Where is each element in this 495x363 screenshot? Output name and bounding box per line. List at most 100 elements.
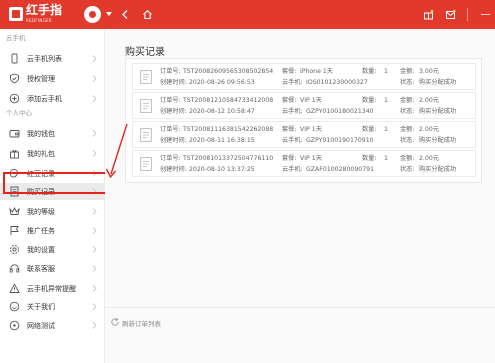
amount: 2.00元: [419, 126, 439, 133]
package-label: 套餐:: [282, 155, 297, 162]
footer-divider: [105, 307, 495, 308]
gear-icon: [10, 245, 19, 254]
order-no: TST20081210584733412008: [183, 97, 274, 104]
annotation-highlight-box: [3, 172, 113, 194]
chevron-right-icon: [92, 322, 97, 329]
status-label: 状态:: [400, 79, 415, 86]
order-no-label: 订单号:: [160, 126, 181, 133]
package-name: VIP 1天: [300, 155, 322, 162]
document-icon: [140, 157, 152, 171]
minimize-icon[interactable]: [481, 14, 490, 15]
refresh-orders-label: 刷新订单列表: [122, 320, 161, 328]
sidebar-item-4[interactable]: 我的钱包: [0, 125, 104, 142]
chevron-right-icon: [92, 130, 97, 137]
quantity: 1: [384, 126, 388, 133]
message-icon[interactable]: [445, 9, 456, 20]
chevron-right-icon: [92, 95, 97, 102]
quantity-label: 数量:: [362, 126, 377, 133]
amount: 2.00元: [419, 97, 439, 104]
sidebar-item-label: 我的礼包: [27, 150, 55, 158]
status-label: 状态:: [400, 137, 415, 144]
order-no-label: 订单号:: [160, 155, 181, 162]
avatar[interactable]: [84, 6, 101, 23]
refresh-icon: [111, 318, 119, 326]
phone-icon: [11, 53, 18, 64]
created-label: 创建时间:: [160, 108, 187, 115]
sidebar-item-12[interactable]: 云手机异常提醒: [0, 280, 104, 297]
plus-circle-icon: [9, 93, 20, 104]
status-text: 购买分配成功: [419, 79, 457, 86]
warning-icon: [9, 283, 20, 293]
chevron-right-icon: [92, 150, 97, 157]
home-icon[interactable]: [142, 9, 153, 20]
order-no: TST20081013372504776110: [183, 155, 274, 162]
section-personal-label: 个人中心: [6, 109, 32, 117]
sidebar-item-5[interactable]: 我的礼包: [0, 145, 104, 162]
sidebar-item-label: 推广任务: [27, 227, 55, 235]
sidebar-item-label: 添加云手机: [27, 95, 62, 103]
amount: 2.00元: [419, 155, 439, 162]
shield-icon: [10, 73, 19, 84]
flag-icon: [10, 226, 19, 235]
chevron-down-icon[interactable]: [106, 12, 112, 16]
page-title: 购买记录: [125, 47, 165, 58]
gift-box-icon[interactable]: [423, 9, 434, 20]
purchase-record[interactable]: 订单号: TST20082609565308502854 创建时间: 2020-08-…: [132, 63, 476, 90]
title-bar: 红手指 REDFINGER: [0, 0, 495, 29]
smile-icon: [9, 301, 20, 312]
created-label: 创建时间:: [160, 166, 187, 173]
sidebar-item-label: 云手机列表: [27, 55, 62, 63]
quantity-label: 数量:: [362, 155, 377, 162]
sidebar-item-label: 我的钱包: [27, 130, 55, 138]
sidebar-item-9[interactable]: 推广任务: [0, 222, 104, 239]
chevron-right-icon: [92, 208, 97, 215]
created-time: 2020-08-10 13:37:25: [189, 166, 255, 173]
chevron-right-icon: [92, 227, 97, 234]
cloud-phone-label: 云手机:: [282, 108, 303, 115]
sidebar-item-11[interactable]: 联系客服: [0, 260, 104, 277]
sidebar-item-8[interactable]: 我的等级: [0, 203, 104, 220]
document-icon: [140, 128, 152, 142]
created-time: 2020-08-26 09:56:53: [189, 79, 255, 86]
amount: 3.00元: [419, 68, 439, 75]
package-name: iPhone 1天: [300, 68, 333, 75]
package-label: 套餐:: [282, 126, 297, 133]
purchase-record[interactable]: 订单号: TST20081210584733412008 创建时间: 2020-08-…: [132, 92, 476, 119]
cloud-phone-id: IOS0101230000327: [306, 79, 368, 86]
chevron-right-icon: [92, 285, 97, 292]
chevron-right-icon: [92, 75, 97, 82]
package-name: VIP 1天: [300, 97, 322, 104]
document-icon: [140, 99, 152, 113]
wallet-icon: [9, 130, 20, 138]
back-icon[interactable]: [120, 9, 131, 20]
amount-label: 金额:: [400, 126, 415, 133]
network-icon: [9, 320, 20, 331]
amount-label: 金额:: [400, 155, 415, 162]
status-text: 购买分配成功: [419, 166, 457, 173]
order-no: TST20081116381542262088: [183, 126, 274, 133]
sidebar-item-10[interactable]: 我的设置: [0, 241, 104, 258]
sidebar-item-2[interactable]: 授权管理: [0, 70, 104, 87]
cloud-phone-label: 云手机:: [282, 137, 303, 144]
cloud-phone-label: 云手机:: [282, 166, 303, 173]
sidebar-item-1[interactable]: 云手机列表: [0, 50, 104, 67]
chevron-right-icon: [92, 55, 97, 62]
order-no: TST20082609565308502854: [183, 68, 274, 75]
sidebar-item-label: 我的设置: [27, 246, 55, 254]
quantity: 1: [384, 155, 388, 162]
chevron-right-icon: [92, 246, 97, 253]
created-time: 2020-08-12 10:58:47: [189, 108, 255, 115]
amount-label: 金额:: [400, 97, 415, 104]
order-no-label: 订单号:: [160, 97, 181, 104]
section-cloud-label: 云手机: [6, 34, 26, 42]
sidebar-item-label: 云手机异常提醒: [27, 285, 76, 293]
purchase-record-list: 订单号: TST20082609565308502854 创建时间: 2020-08-…: [125, 58, 482, 183]
purchase-record[interactable]: 订单号: TST20081013372504776110 创建时间: 2020-08-…: [132, 150, 476, 177]
sidebar-item-14[interactable]: 网络测试: [0, 317, 104, 334]
sidebar-item-13[interactable]: 关于我们: [0, 298, 104, 315]
purchase-record[interactable]: 订单号: TST20081116381542262088 创建时间: 2020-08-…: [132, 121, 476, 148]
quantity-label: 数量:: [362, 68, 377, 75]
cloud-phone-id: GZPY0100190170910: [306, 137, 374, 144]
sidebar-item-3[interactable]: 添加云手机: [0, 90, 104, 107]
logo-subtext: REDFINGER: [26, 18, 52, 23]
